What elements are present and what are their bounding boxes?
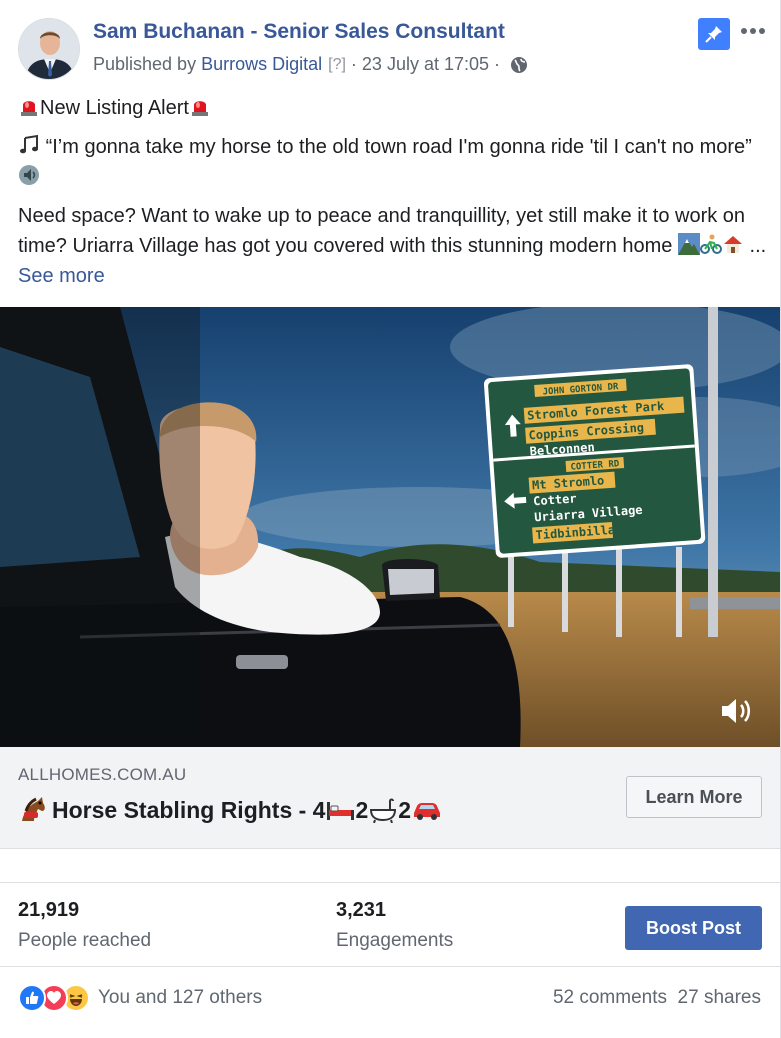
post-text-line: “I’m gonna take my horse to the old town… — [18, 132, 768, 192]
avatar[interactable] — [18, 18, 80, 80]
post-card: Sam Buchanan - Senior Sales Consultant P… — [0, 0, 781, 1038]
sound-icon[interactable] — [716, 691, 756, 731]
engagements-value[interactable]: 3,231 — [336, 899, 386, 922]
author-name[interactable]: Sam Buchanan - Senior Sales Consultant — [93, 20, 505, 44]
car-icon — [411, 799, 443, 821]
music-notes-icon — [18, 134, 40, 156]
post-date[interactable]: 23 July at 17:05 — [362, 54, 489, 75]
listing-alert-text: New Listing Alert — [40, 97, 189, 119]
learn-more-button[interactable]: Learn More — [626, 776, 762, 818]
more-icon[interactable] — [738, 18, 768, 44]
shares-count[interactable]: 27 shares — [678, 987, 761, 1008]
post-meta: Published by Burrows Digital [?] · 23 Ju… — [93, 54, 528, 75]
link-preview[interactable]: ALLHOMES.COM.AU Horse Stabling Rights - … — [0, 747, 780, 849]
lyric-text: “I’m gonna take my horse to the old town… — [45, 136, 752, 158]
post-text-line: Need space? Want to wake up to peace and… — [18, 201, 768, 291]
published-by-label: Published by — [93, 54, 197, 74]
arrow-left-icon — [504, 492, 527, 509]
speaker-icon — [18, 164, 40, 186]
arrow-up-icon — [504, 414, 521, 437]
comments-count[interactable]: 52 comments — [553, 987, 667, 1008]
publisher-link[interactable]: Burrows Digital — [201, 54, 322, 75]
people-reached-label: People reached — [18, 930, 152, 951]
preview-spacer — [0, 849, 780, 883]
see-more-link[interactable]: See more — [18, 265, 105, 287]
help-marker[interactable]: [?] — [328, 56, 346, 74]
siren-icon — [189, 95, 211, 117]
link-domain: ALLHOMES.COM.AU — [18, 765, 187, 784]
people-reached-value[interactable]: 21,919 — [18, 899, 79, 922]
engagements-label: Engagements — [336, 930, 454, 951]
road-sign: JOHN GORTON DR Stromlo Forest Park Coppi… — [504, 378, 685, 544]
bath-icon — [368, 797, 398, 824]
reactions-text[interactable]: You and 127 others — [98, 987, 262, 1009]
bath-count: 2 — [355, 796, 369, 823]
car-count: 2 — [398, 796, 412, 823]
sign-line: Mt Stromlo — [532, 473, 605, 492]
headline-text: Horse Stabling Rights - 4 — [52, 796, 326, 823]
siren-icon — [18, 95, 40, 117]
like-icon — [18, 984, 46, 1012]
boost-post-button[interactable]: Boost Post — [625, 906, 762, 950]
description-text: Need space? Want to wake up to peace and… — [18, 205, 746, 257]
meta-separator: · — [494, 54, 501, 74]
sign-line: Stromlo Forest Park — [527, 399, 666, 423]
sign-line: Tidbinbilla — [535, 523, 615, 543]
video-player[interactable]: JOHN GORTON DR Stromlo Forest Park Coppi… — [0, 307, 780, 747]
house-icon — [722, 233, 744, 255]
reactions-summary[interactable]: You and 127 others — [18, 984, 262, 1012]
engagement-counts: 52 comments 27 shares — [553, 987, 761, 1009]
cyclist-icon — [699, 233, 722, 255]
meta-separator: · — [350, 54, 357, 74]
bed-icon — [325, 798, 355, 822]
mountain-icon — [677, 233, 700, 255]
ellipsis: ... — [749, 235, 767, 257]
sign-road-header: COTTER RD — [570, 459, 620, 472]
post-text-line: New Listing Alert — [18, 93, 768, 123]
globe-icon[interactable] — [510, 56, 528, 74]
link-headline[interactable]: Horse Stabling Rights - 4 2 2 — [18, 795, 443, 825]
pin-icon[interactable] — [698, 18, 730, 50]
divider — [0, 966, 780, 967]
horse-icon — [18, 795, 48, 825]
sign-line: Cotter — [533, 491, 577, 508]
